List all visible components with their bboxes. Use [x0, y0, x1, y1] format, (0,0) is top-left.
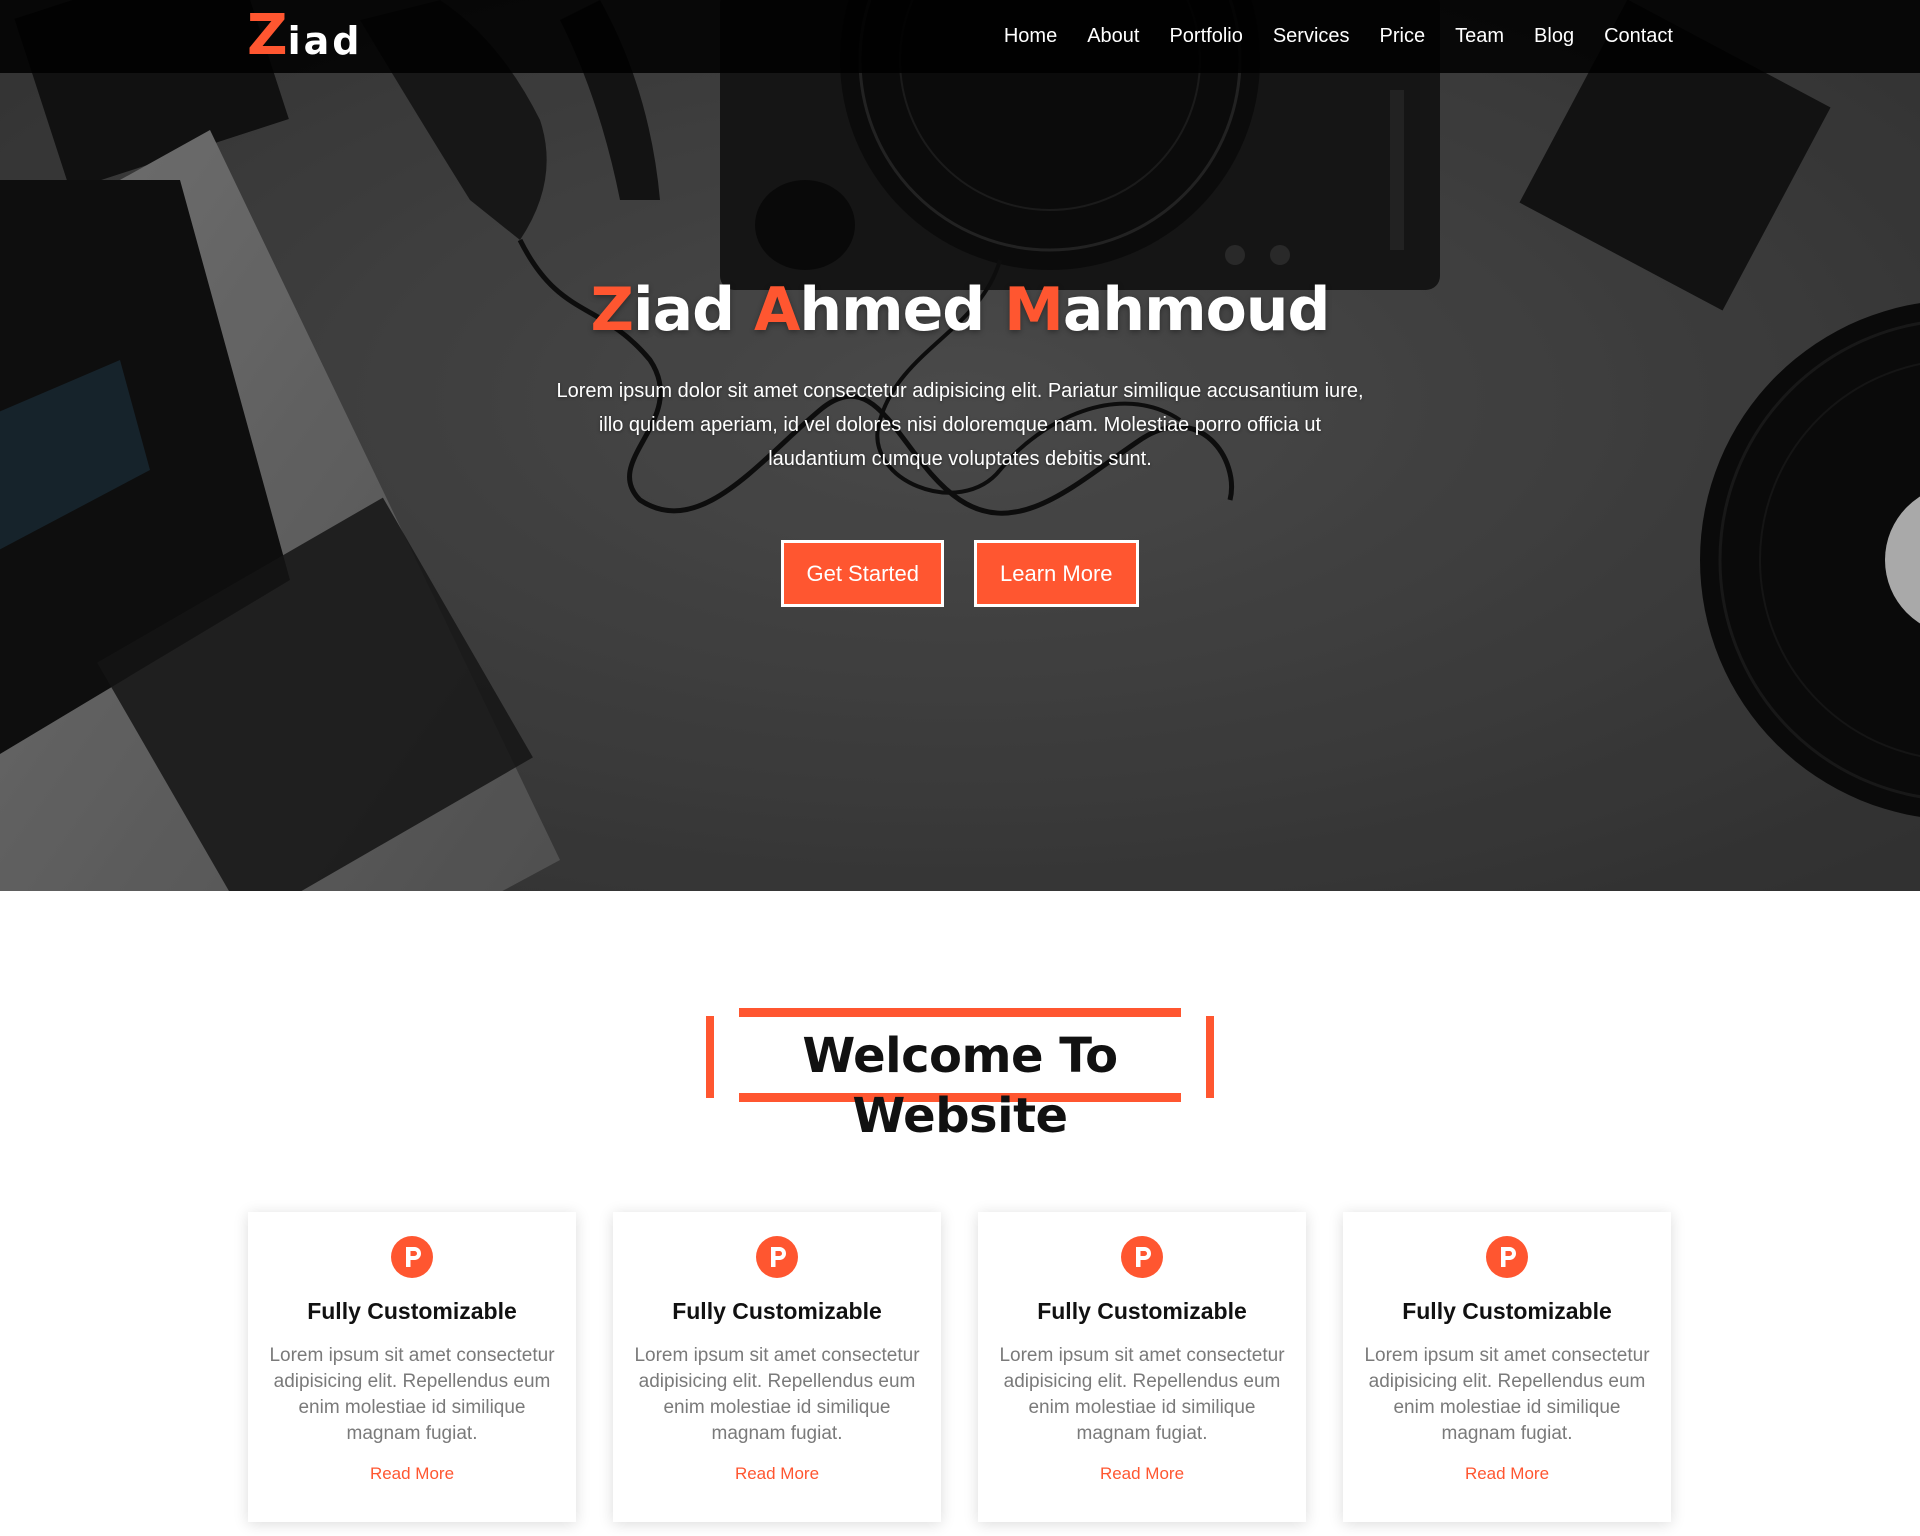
- feature-description: Lorem ipsum sit amet consectetur adipisi…: [999, 1345, 1285, 1444]
- title-initial-m: M: [1004, 275, 1064, 345]
- product-hunt-icon: [391, 1236, 433, 1278]
- logo-initial: Z: [247, 3, 288, 68]
- product-hunt-icon: [1486, 1236, 1528, 1278]
- nav-menu: Home About Portfolio Services Price Team…: [989, 0, 1673, 73]
- nav-link-blog[interactable]: Blog: [1519, 25, 1589, 48]
- learn-more-button[interactable]: Learn More: [974, 540, 1139, 607]
- hero-button-group: Get Started Learn More: [0, 540, 1920, 607]
- frame-bar-top: [739, 1008, 1181, 1017]
- feature-cards: Fully Customizable Lorem ipsum sit amet …: [248, 1212, 1673, 1522]
- product-hunt-icon: [1121, 1236, 1163, 1278]
- hero-section: Z iad Home About Portfolio Services Pric…: [0, 0, 1920, 891]
- feature-description: Lorem ipsum sit amet consectetur adipisi…: [634, 1345, 920, 1444]
- feature-description: Lorem ipsum sit amet consectetur adipisi…: [1364, 1345, 1650, 1444]
- feature-title: Fully Customizable: [672, 1298, 882, 1324]
- nav-link-services[interactable]: Services: [1258, 25, 1365, 48]
- feature-title: Fully Customizable: [1402, 1298, 1612, 1324]
- hero-content: Ziad Ahmed Mahmoud Lorem ipsum dolor sit…: [0, 260, 1920, 607]
- hero-text-line: laudantium cumque voluptates debitis sun…: [768, 448, 1152, 470]
- feature-card: Fully Customizable Lorem ipsum sit amet …: [978, 1212, 1306, 1522]
- hero-text-line: Lorem ipsum dolor sit amet consectetur a…: [556, 380, 1364, 402]
- hero-title: Ziad Ahmed Mahmoud: [0, 260, 1920, 360]
- nav-link-team[interactable]: Team: [1440, 25, 1519, 48]
- nav-link-contact[interactable]: Contact: [1589, 25, 1673, 48]
- hero-text-line: illo quidem aperiam, id vel dolores nisi…: [598, 414, 1322, 436]
- get-started-button[interactable]: Get Started: [781, 540, 944, 607]
- site-logo[interactable]: Z iad: [247, 6, 362, 66]
- title-initial-a: A: [753, 275, 800, 345]
- feature-card: Fully Customizable Lorem ipsum sit amet …: [248, 1212, 576, 1522]
- nav-link-price[interactable]: Price: [1365, 25, 1441, 48]
- feature-card: Fully Customizable Lorem ipsum sit amet …: [613, 1212, 941, 1522]
- welcome-heading-frame: Welcome To Website: [706, 1008, 1214, 1144]
- top-navbar: Z iad Home About Portfolio Services Pric…: [0, 0, 1920, 73]
- read-more-link[interactable]: Read More: [370, 1464, 454, 1484]
- nav-link-portfolio[interactable]: Portfolio: [1154, 25, 1257, 48]
- feature-title: Fully Customizable: [1037, 1298, 1247, 1324]
- feature-title: Fully Customizable: [307, 1298, 517, 1324]
- welcome-title: Welcome To Website: [802, 1028, 1118, 1144]
- product-hunt-icon: [756, 1236, 798, 1278]
- title-part: iad: [633, 275, 754, 345]
- hero-description: Lorem ipsum dolor sit amet consectetur a…: [520, 374, 1400, 476]
- read-more-link[interactable]: Read More: [1100, 1464, 1184, 1484]
- title-part: hmed: [799, 275, 1005, 345]
- read-more-link[interactable]: Read More: [1465, 1464, 1549, 1484]
- nav-link-about[interactable]: About: [1072, 25, 1154, 48]
- title-initial-z: Z: [590, 275, 635, 345]
- feature-description: Lorem ipsum sit amet consectetur adipisi…: [269, 1345, 555, 1444]
- feature-card: Fully Customizable Lorem ipsum sit amet …: [1343, 1212, 1671, 1522]
- read-more-link[interactable]: Read More: [735, 1464, 819, 1484]
- logo-text: iad: [287, 19, 363, 63]
- nav-link-home[interactable]: Home: [989, 25, 1072, 48]
- title-part: ahmoud: [1062, 275, 1331, 345]
